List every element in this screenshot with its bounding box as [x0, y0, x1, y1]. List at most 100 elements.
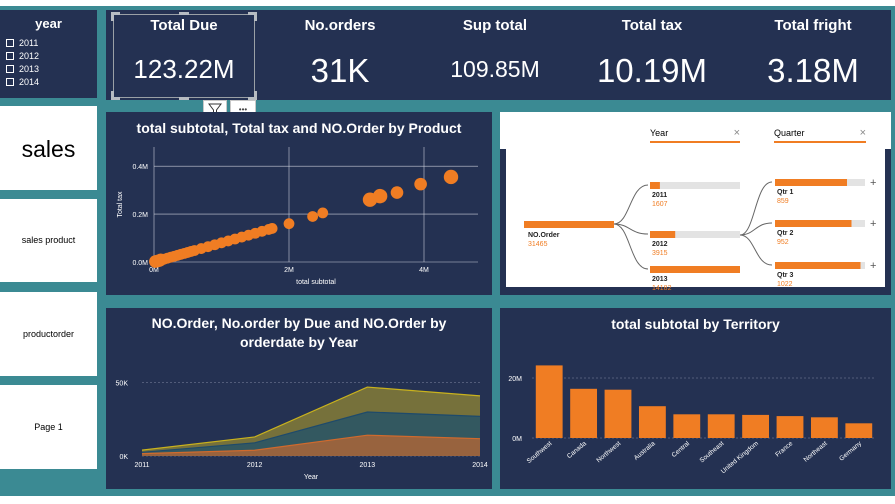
territory-bar[interactable]	[810, 417, 838, 438]
y-tick-label: 50K	[116, 381, 129, 388]
y-tick-label: 0.4M	[132, 164, 148, 171]
card-sup-total[interactable]: Sup total 109.85M	[425, 14, 565, 98]
card-total-fright[interactable]: Total fright 3.18M	[742, 14, 884, 98]
year-slicer-title: year	[35, 16, 62, 31]
y-tick-label: 0K	[119, 454, 128, 461]
x-tick-label: Southwest	[526, 440, 554, 465]
decomposition-tree-panel[interactable]: Year × Quarter × NO.Order 31465 2011 1607 20…	[500, 112, 891, 295]
year-options: 2011 2012 2013 2014	[6, 37, 39, 89]
year-bar[interactable]	[650, 182, 660, 189]
territory-bar[interactable]	[776, 416, 804, 438]
scatter-point[interactable]	[266, 223, 278, 234]
y-axis-title: Total tax	[117, 191, 124, 218]
year-option-2012[interactable]: 2012	[6, 50, 39, 63]
card-total-tax[interactable]: Total tax 10.19M	[582, 14, 722, 98]
year-checkbox[interactable]	[6, 39, 14, 47]
card-value: 31K	[310, 52, 370, 89]
card-title: Total fright	[774, 17, 852, 34]
nav-button-productorder[interactable]: productorder	[0, 292, 97, 376]
year-checkbox[interactable]	[6, 65, 14, 73]
territory-bar[interactable]	[845, 423, 873, 438]
scatter-point[interactable]	[372, 188, 388, 204]
scatter-point[interactable]	[443, 169, 459, 185]
year-option-label: 2012	[19, 51, 40, 61]
year-label: 2013	[652, 276, 668, 283]
bottom-strip	[0, 496, 895, 504]
quarter-bar[interactable]	[775, 220, 852, 227]
quarter-bar[interactable]	[775, 262, 861, 269]
year-option-2011[interactable]: 2011	[6, 37, 39, 50]
tree-connector	[613, 184, 649, 225]
selection-corner-bl[interactable]	[111, 91, 120, 100]
year-option-label: 2014	[19, 77, 40, 87]
territory-bar[interactable]	[707, 414, 735, 438]
territory-bar[interactable]	[535, 365, 563, 438]
quarter-bar[interactable]	[775, 179, 847, 186]
year-option-2013[interactable]: 2013	[6, 63, 39, 76]
scatter-point[interactable]	[317, 207, 329, 219]
year-option-label: 2013	[19, 64, 40, 74]
selection-handle-top[interactable]	[179, 12, 189, 15]
territory-bar[interactable]	[742, 414, 770, 438]
bar-chart: 0M 20M Southwest Canada Northwest Australia Ce…	[508, 365, 876, 475]
selection-corner-tr[interactable]	[248, 12, 257, 21]
selection-corner-tl[interactable]	[111, 12, 120, 21]
x-tick-label: 2M	[284, 267, 294, 274]
nav-button-sales[interactable]: sales	[0, 106, 97, 190]
root-value: 31465	[528, 241, 548, 248]
quarter-value: 1022	[777, 281, 793, 288]
scatter-point[interactable]	[283, 218, 295, 230]
x-tick-label: Central	[671, 440, 692, 459]
y-tick-label: 0M	[512, 436, 522, 443]
year-checkbox[interactable]	[6, 52, 14, 60]
year-value: 1607	[652, 201, 668, 208]
card-value: 3.18M	[767, 52, 859, 89]
nav-button-page1[interactable]: Page 1	[0, 385, 97, 469]
year-option-2014[interactable]: 2014	[6, 76, 39, 89]
x-axis-title: total subtotal	[296, 279, 336, 286]
year-checkbox[interactable]	[6, 78, 14, 86]
nav-label-sales-product: sales product	[21, 235, 76, 245]
year-option-label: 2011	[19, 38, 39, 48]
territory-bar[interactable]	[604, 389, 632, 438]
bar-chart-panel[interactable]: total subtotal by Territory 0M 20M Southwe…	[500, 308, 891, 489]
year-label: 2011	[652, 192, 667, 199]
nav-button-sales-product[interactable]: sales product	[0, 199, 97, 282]
year-slicer: year 2011 2012 2013 2014	[0, 10, 97, 98]
territory-bar[interactable]	[673, 414, 701, 438]
x-axis-title: Year	[304, 474, 319, 481]
scatter-point[interactable]	[390, 186, 404, 199]
scatter-point[interactable]	[307, 211, 319, 222]
scatter-chart-panel[interactable]: total subtotal, Total tax and NO.Order b…	[106, 112, 492, 295]
y-tick-label: 0.0M	[132, 260, 148, 267]
y-tick-label: 20M	[508, 376, 522, 383]
selection-corner-br[interactable]	[248, 91, 257, 100]
year-bar[interactable]	[650, 266, 740, 273]
scatter-point[interactable]	[414, 177, 427, 191]
x-tick-label: Northeast	[803, 440, 829, 464]
expand-plus-icon[interactable]: +	[870, 218, 876, 230]
quarter-label: Qtr 1	[777, 189, 793, 196]
decomposition-tree: NO.Order 31465 2011 1607 2012 3915 2013 14182 Qt…	[524, 177, 876, 292]
card-no-orders[interactable]: No.orders 31K	[270, 14, 410, 98]
area-chart: 0K 50K 2011 2012 2013 2014 Year	[116, 381, 488, 481]
card-value: 10.19M	[596, 52, 708, 89]
x-tick-label: Southeast	[699, 440, 726, 464]
x-tick-label: 2011	[134, 462, 149, 469]
x-tick-label: 2013	[360, 462, 376, 469]
root-bar[interactable]	[524, 221, 614, 228]
year-bar[interactable]	[650, 231, 676, 238]
expand-plus-icon[interactable]: +	[870, 177, 876, 189]
selection-frame	[113, 14, 255, 98]
tree-connector	[613, 223, 649, 270]
area-chart-panel[interactable]: NO.Order, No.order by Due and NO.Order b…	[106, 308, 492, 489]
quarter-label: Qtr 2	[777, 230, 793, 237]
territory-bar[interactable]	[638, 406, 666, 438]
x-tick-label: Northwest	[595, 440, 622, 464]
x-tick-label: Canada	[566, 440, 588, 460]
selection-handle-bottom[interactable]	[179, 97, 189, 100]
territory-bar[interactable]	[570, 388, 598, 438]
card-title: Total tax	[621, 17, 683, 34]
scatter-chart: 0M 2M 4M 0.0M 0.2M 0.4M total subtotal Total ta…	[117, 147, 478, 286]
expand-plus-icon[interactable]: +	[870, 260, 876, 272]
